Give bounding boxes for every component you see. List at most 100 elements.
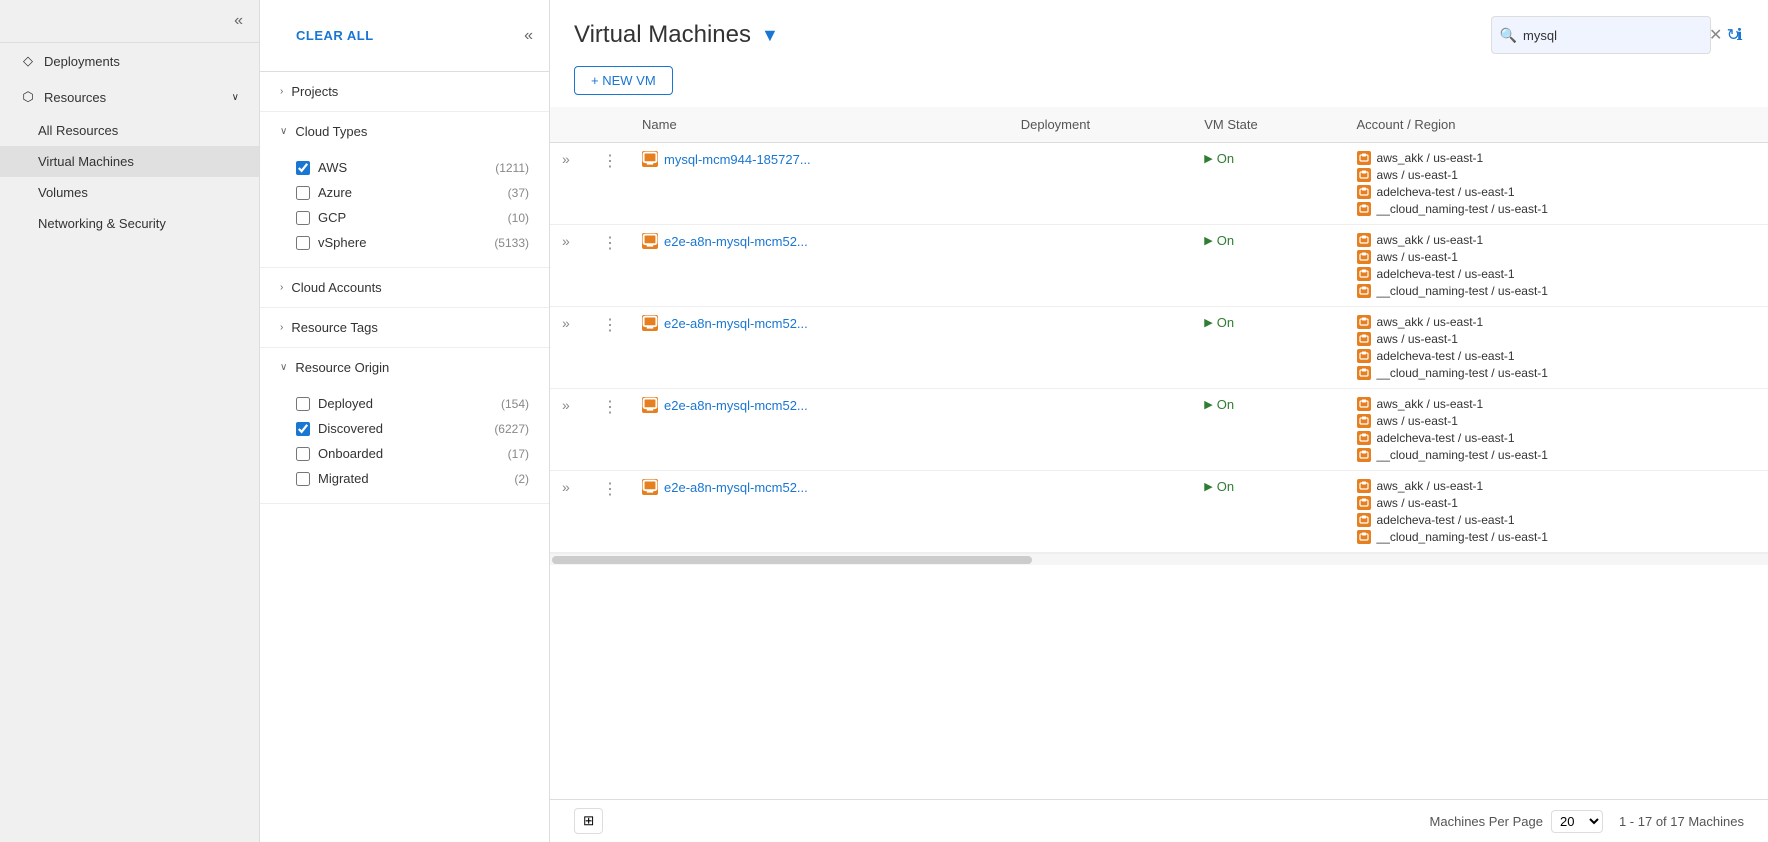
deployed-count: (154)	[501, 397, 529, 411]
deployed-checkbox[interactable]	[296, 397, 310, 411]
account-badge-icon	[1357, 185, 1371, 199]
collapse-nav-button[interactable]: «	[234, 12, 243, 30]
nav-item-resources[interactable]: ⬡ Resources ∨	[0, 79, 259, 115]
expand-row-button[interactable]: »	[562, 233, 570, 249]
collapse-filter-button[interactable]: «	[524, 27, 533, 45]
table-row: »⋮mysql-mcm944-185727...▶ Onaws_akk / us…	[550, 143, 1768, 225]
migrated-label[interactable]: Migrated	[318, 471, 506, 486]
deployed-label[interactable]: Deployed	[318, 396, 493, 411]
account-badge-icon	[1357, 397, 1371, 411]
nav-item-volumes[interactable]: Volumes	[0, 177, 259, 208]
row-menu-button[interactable]: ⋮	[602, 315, 618, 335]
expand-row-button[interactable]: »	[562, 397, 570, 413]
bottom-bar: ⊞ Machines Per Page 20 50 100 1 - 17 of …	[550, 799, 1768, 842]
account-badge-icon	[1357, 349, 1371, 363]
row-menu-button[interactable]: ⋮	[602, 479, 618, 499]
nav-item-virtual-machines[interactable]: Virtual Machines	[0, 146, 259, 177]
migrated-checkbox[interactable]	[296, 472, 310, 486]
search-input[interactable]	[1523, 28, 1699, 43]
row-menu-button[interactable]: ⋮	[602, 233, 618, 253]
account-label: aws / us-east-1	[1377, 168, 1458, 182]
account-badge-icon	[1357, 496, 1371, 510]
filter-section-resource-origin: ∨ Resource Origin Deployed (154) Discove…	[260, 348, 549, 504]
account-badge-icon	[1357, 479, 1371, 493]
account-item: aws_akk / us-east-1	[1357, 397, 1756, 411]
projects-header[interactable]: › Projects	[260, 72, 549, 111]
all-resources-label: All Resources	[38, 123, 118, 138]
account-label: __cloud_naming-test / us-east-1	[1377, 448, 1548, 462]
cloud-accounts-label: Cloud Accounts	[291, 280, 381, 295]
per-page-select[interactable]: 20 50 100	[1551, 810, 1603, 833]
expand-row-button[interactable]: »	[562, 479, 570, 495]
horizontal-scrollbar[interactable]	[550, 553, 1768, 565]
aws-checkbox[interactable]	[296, 161, 310, 175]
account-item: aws / us-east-1	[1357, 414, 1756, 428]
vm-state: ▶ On	[1204, 479, 1332, 494]
expand-row-button[interactable]: »	[562, 151, 570, 167]
account-item: adelcheva-test / us-east-1	[1357, 431, 1756, 445]
azure-label[interactable]: Azure	[318, 185, 500, 200]
vsphere-count: (5133)	[494, 236, 529, 250]
filter-item-vsphere: vSphere (5133)	[296, 230, 549, 255]
table-header-row: Name Deployment VM State Account / Regio…	[550, 107, 1768, 143]
cloud-types-header[interactable]: ∨ Cloud Types	[260, 112, 549, 151]
refresh-button[interactable]: ↻	[1723, 21, 1744, 49]
resource-tags-header[interactable]: › Resource Tags	[260, 308, 549, 347]
bottom-left: ⊞	[574, 808, 603, 834]
onboarded-label[interactable]: Onboarded	[318, 446, 500, 461]
vsphere-label[interactable]: vSphere	[318, 235, 486, 250]
row-menu-button[interactable]: ⋮	[602, 151, 618, 171]
gcp-label[interactable]: GCP	[318, 210, 500, 225]
deployment-cell	[1009, 225, 1193, 307]
resource-origin-header[interactable]: ∨ Resource Origin	[260, 348, 549, 387]
vm-name-link[interactable]: e2e-a8n-mysql-mcm52...	[664, 234, 808, 249]
horizontal-scrollbar-thumb[interactable]	[552, 556, 1032, 564]
vm-name-link[interactable]: e2e-a8n-mysql-mcm52...	[664, 316, 808, 331]
nav-item-all-resources[interactable]: All Resources	[0, 115, 259, 146]
deployment-cell	[1009, 471, 1193, 553]
account-badge-icon	[1357, 332, 1371, 346]
vm-name-link[interactable]: e2e-a8n-mysql-mcm52...	[664, 398, 808, 413]
azure-checkbox[interactable]	[296, 186, 310, 200]
aws-label[interactable]: AWS	[318, 160, 487, 175]
account-badge-icon	[1357, 315, 1371, 329]
account-label: aws / us-east-1	[1377, 332, 1458, 346]
vm-icon	[642, 315, 658, 331]
expand-row-button[interactable]: »	[562, 315, 570, 331]
vm-table-container[interactable]: Name Deployment VM State Account / Regio…	[550, 107, 1768, 799]
deployment-cell	[1009, 389, 1193, 471]
account-badge-icon	[1357, 431, 1371, 445]
filter-item-migrated: Migrated (2)	[296, 466, 549, 491]
onboarded-checkbox[interactable]	[296, 447, 310, 461]
gcp-checkbox[interactable]	[296, 211, 310, 225]
columns-toggle-button[interactable]: ⊞	[574, 808, 603, 834]
discovered-label[interactable]: Discovered	[318, 421, 486, 436]
projects-label: Projects	[291, 84, 338, 99]
row-menu-button[interactable]: ⋮	[602, 397, 618, 417]
account-label: __cloud_naming-test / us-east-1	[1377, 530, 1548, 544]
cloud-accounts-header[interactable]: › Cloud Accounts	[260, 268, 549, 307]
nav-item-networking-security[interactable]: Networking & Security	[0, 208, 259, 239]
vm-table: Name Deployment VM State Account / Regio…	[550, 107, 1768, 553]
vm-name-link[interactable]: e2e-a8n-mysql-mcm52...	[664, 480, 808, 495]
cloud-accounts-expand-icon: ›	[280, 282, 283, 293]
clear-all-button[interactable]: CLEAR ALL	[276, 12, 524, 59]
account-item: aws / us-east-1	[1357, 496, 1756, 510]
new-vm-button[interactable]: + NEW VM	[574, 66, 673, 95]
resource-tags-label: Resource Tags	[291, 320, 377, 335]
filter-item-gcp: GCP (10)	[296, 205, 549, 230]
resource-tags-expand-icon: ›	[280, 322, 283, 333]
vm-icon	[642, 151, 658, 167]
filter-active-icon[interactable]: ▼	[761, 25, 779, 46]
account-badge-icon	[1357, 168, 1371, 182]
account-badge-icon	[1357, 151, 1371, 165]
vsphere-checkbox[interactable]	[296, 236, 310, 250]
discovered-checkbox[interactable]	[296, 422, 310, 436]
col-name: Name	[630, 107, 1009, 143]
vm-name-link[interactable]: mysql-mcm944-185727...	[664, 152, 811, 167]
filter-section-resource-tags: › Resource Tags	[260, 308, 549, 348]
volumes-label: Volumes	[38, 185, 88, 200]
account-list: aws_akk / us-east-1aws / us-east-1adelch…	[1357, 151, 1756, 216]
account-label: adelcheva-test / us-east-1	[1377, 185, 1515, 199]
nav-item-deployments[interactable]: ◇ Deployments	[0, 43, 259, 79]
